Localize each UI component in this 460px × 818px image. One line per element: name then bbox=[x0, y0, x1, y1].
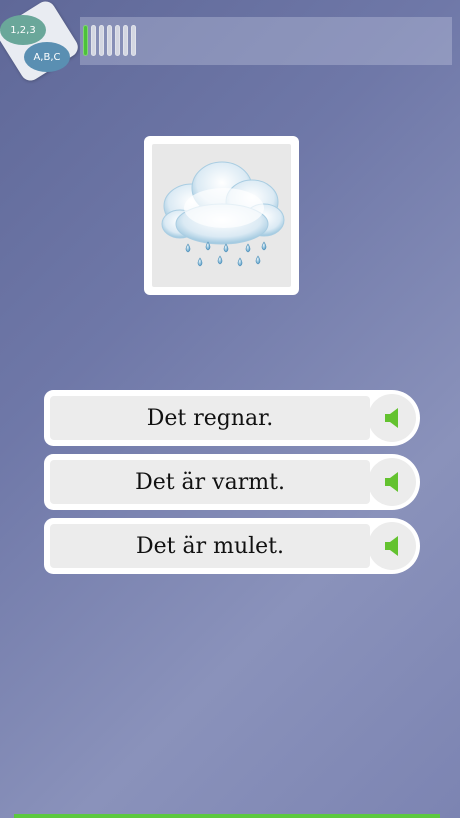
picture-background bbox=[152, 144, 291, 287]
progress-segment bbox=[115, 25, 120, 56]
speaker-icon bbox=[385, 536, 398, 556]
play-audio-button[interactable] bbox=[368, 522, 416, 570]
rain-cloud-icon bbox=[161, 161, 285, 267]
play-audio-button[interactable] bbox=[368, 394, 416, 442]
answer-option-1[interactable]: Det regnar. bbox=[44, 390, 420, 446]
speaker-icon bbox=[385, 408, 398, 428]
progress-segment bbox=[83, 25, 88, 56]
progress-segment bbox=[131, 25, 136, 56]
progress-segment bbox=[99, 25, 104, 56]
question-picture bbox=[144, 136, 299, 295]
speaker-icon bbox=[385, 472, 398, 492]
answer-option-2[interactable]: Det är varmt. bbox=[44, 454, 420, 510]
answer-option-3[interactable]: Det är mulet. bbox=[44, 518, 420, 574]
logo-numbers-bubble: 1,2,3 bbox=[0, 15, 46, 45]
bottom-progress-bar bbox=[14, 814, 440, 818]
app-logo[interactable]: 1,2,3 A,B,C bbox=[0, 0, 82, 86]
answer-label[interactable]: Det är mulet. bbox=[50, 524, 370, 568]
answer-list: Det regnar. Det är varmt. Det är mulet. bbox=[44, 390, 422, 582]
progress-segment bbox=[91, 25, 96, 56]
logo-letters-bubble: A,B,C bbox=[24, 42, 70, 72]
play-audio-button[interactable] bbox=[368, 458, 416, 506]
progress-indicator bbox=[83, 25, 136, 56]
progress-segment bbox=[123, 25, 128, 56]
answer-label[interactable]: Det är varmt. bbox=[50, 460, 370, 504]
answer-label[interactable]: Det regnar. bbox=[50, 396, 370, 440]
progress-segment bbox=[107, 25, 112, 56]
top-bar: 1,2,3 A,B,C bbox=[0, 0, 460, 85]
